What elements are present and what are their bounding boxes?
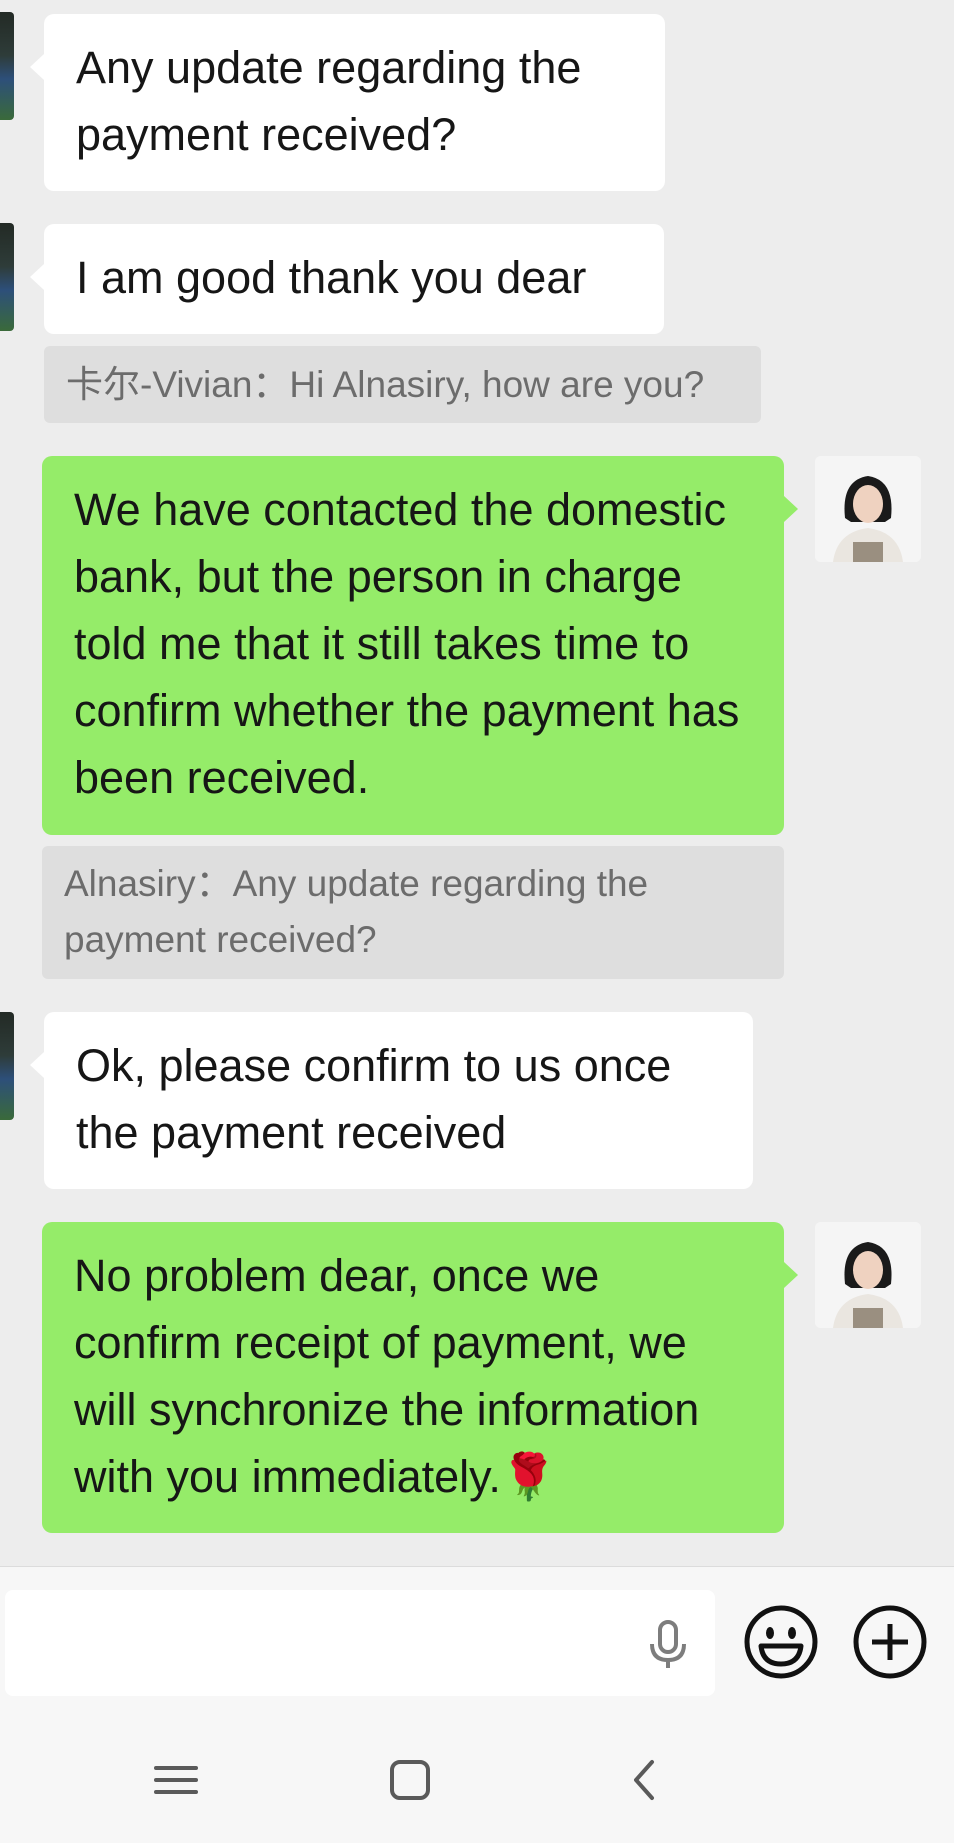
quoted-reply-text: Alnasiry：Any update regarding the paymen… xyxy=(64,863,649,960)
recent-apps-button[interactable] xyxy=(146,1750,206,1810)
plus-icon xyxy=(853,1605,927,1679)
outgoing-message-bubble[interactable]: We have contacted the domestic bank, but… xyxy=(42,456,798,835)
message-text: No problem dear, once we confirm receipt… xyxy=(74,1250,700,1502)
incoming-message-bubble[interactable]: I am good thank you dear xyxy=(30,224,664,334)
outgoing-message-bubble[interactable]: No problem dear, once we confirm receipt… xyxy=(42,1222,798,1533)
quoted-reply[interactable]: 卡尔-Vivian：Hi Alnasiry, how are you? xyxy=(44,346,761,423)
message-text: Any update regarding the payment receive… xyxy=(76,42,582,160)
message-text: We have contacted the domestic bank, but… xyxy=(74,484,740,803)
microphone-icon xyxy=(650,1620,686,1668)
quoted-reply-text: 卡尔-Vivian：Hi Alnasiry, how are you? xyxy=(66,364,705,405)
contact-avatar[interactable] xyxy=(0,1012,14,1120)
message-input[interactable] xyxy=(5,1590,715,1696)
emoji-button[interactable] xyxy=(743,1604,819,1680)
back-chevron-icon xyxy=(634,1760,654,1800)
emoji-icon xyxy=(744,1605,818,1679)
back-button[interactable] xyxy=(614,1750,674,1810)
incoming-message-bubble[interactable]: Any update regarding the payment receive… xyxy=(30,14,665,191)
chat-message-list[interactable]: Any update regarding the payment receive… xyxy=(0,0,954,1566)
home-button[interactable] xyxy=(380,1750,440,1810)
home-square-icon xyxy=(390,1760,430,1800)
my-avatar[interactable] xyxy=(815,1222,921,1328)
incoming-message-bubble[interactable]: Ok, please confirm to us once the paymen… xyxy=(30,1012,753,1189)
profile-photo-icon xyxy=(815,456,921,562)
contact-avatar[interactable] xyxy=(0,12,14,120)
system-navigation-bar xyxy=(0,1706,954,1843)
contact-avatar[interactable] xyxy=(0,223,14,331)
more-actions-button[interactable] xyxy=(852,1604,928,1680)
message-text: I am good thank you dear xyxy=(76,252,587,303)
menu-icon xyxy=(154,1766,198,1794)
quoted-reply[interactable]: Alnasiry：Any update regarding the paymen… xyxy=(42,846,784,979)
message-text: Ok, please confirm to us once the paymen… xyxy=(76,1040,672,1158)
profile-photo-icon xyxy=(815,1222,921,1328)
microphone-button[interactable] xyxy=(640,1616,696,1672)
my-avatar[interactable] xyxy=(815,456,921,562)
